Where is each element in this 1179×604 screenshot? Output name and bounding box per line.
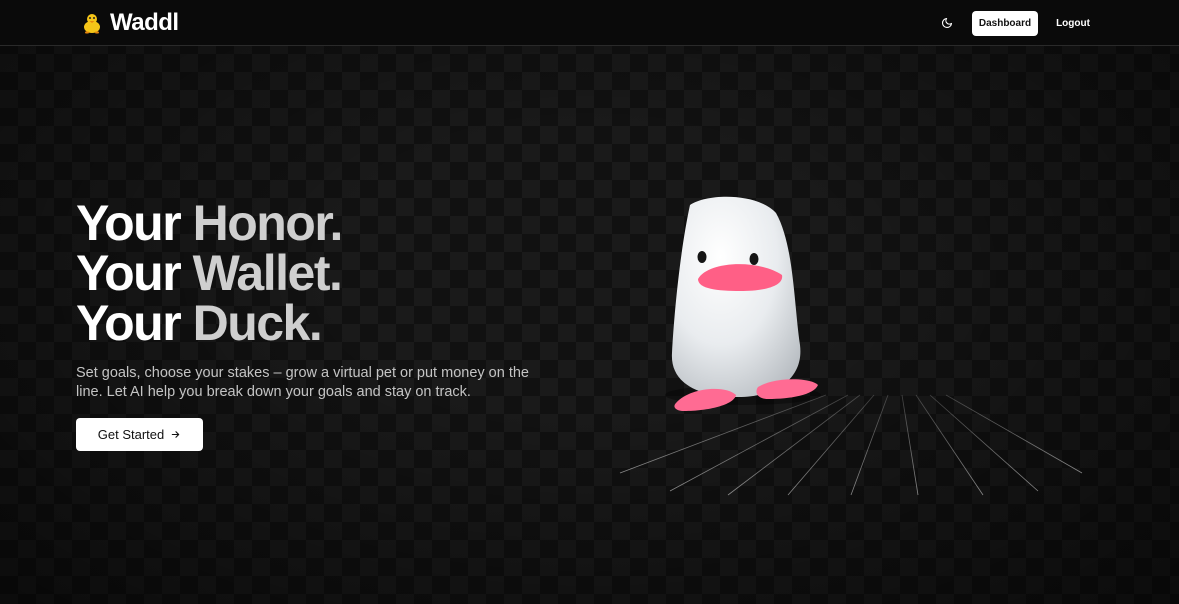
- hero-title-word: Wallet.: [192, 245, 343, 301]
- duck-eye-left: [697, 251, 707, 263]
- hero-title-word: Your: [76, 245, 182, 301]
- duck-body: [671, 196, 801, 397]
- hero-title-line: Your Honor.: [76, 195, 344, 251]
- moon-icon: [941, 17, 953, 29]
- brand-name: Waddl: [110, 9, 179, 36]
- get-started-button[interactable]: Get Started: [76, 418, 203, 451]
- brand-logo[interactable]: Waddl: [82, 9, 179, 37]
- hero-title-line: Your Wallet.: [76, 245, 343, 301]
- duck-mascot: [671, 196, 818, 411]
- duck-icon: [84, 14, 100, 34]
- landing-page: Waddl Dashboard Logout Your Honor. Your …: [0, 0, 1179, 604]
- hero-title-line: Your Duck.: [76, 298, 342, 348]
- hero-title-word: Your: [76, 295, 182, 351]
- theme-toggle-button[interactable]: [938, 14, 956, 32]
- logout-button[interactable]: Logout: [1048, 11, 1098, 36]
- dashboard-button[interactable]: Dashboard: [972, 11, 1038, 36]
- hero-title-word: Honor.: [192, 195, 344, 251]
- get-started-label: Get Started: [97, 427, 165, 442]
- hero-title-word: Your: [76, 195, 182, 251]
- hero-subtitle: Set goals, choose your stakes – grow a v…: [76, 365, 529, 400]
- hero-title-word: Duck.: [192, 295, 323, 351]
- duck-eye-right: [749, 253, 759, 265]
- top-navbar: Waddl Dashboard Logout: [0, 0, 1179, 46]
- duck-3d-scene: [619, 196, 1083, 496]
- arrow-right-icon: [171, 431, 180, 438]
- duck-3d-viewer[interactable]: [598, 155, 1104, 497]
- hero-title: Your Honor. Your Wallet. Your Duck.: [76, 195, 344, 348]
